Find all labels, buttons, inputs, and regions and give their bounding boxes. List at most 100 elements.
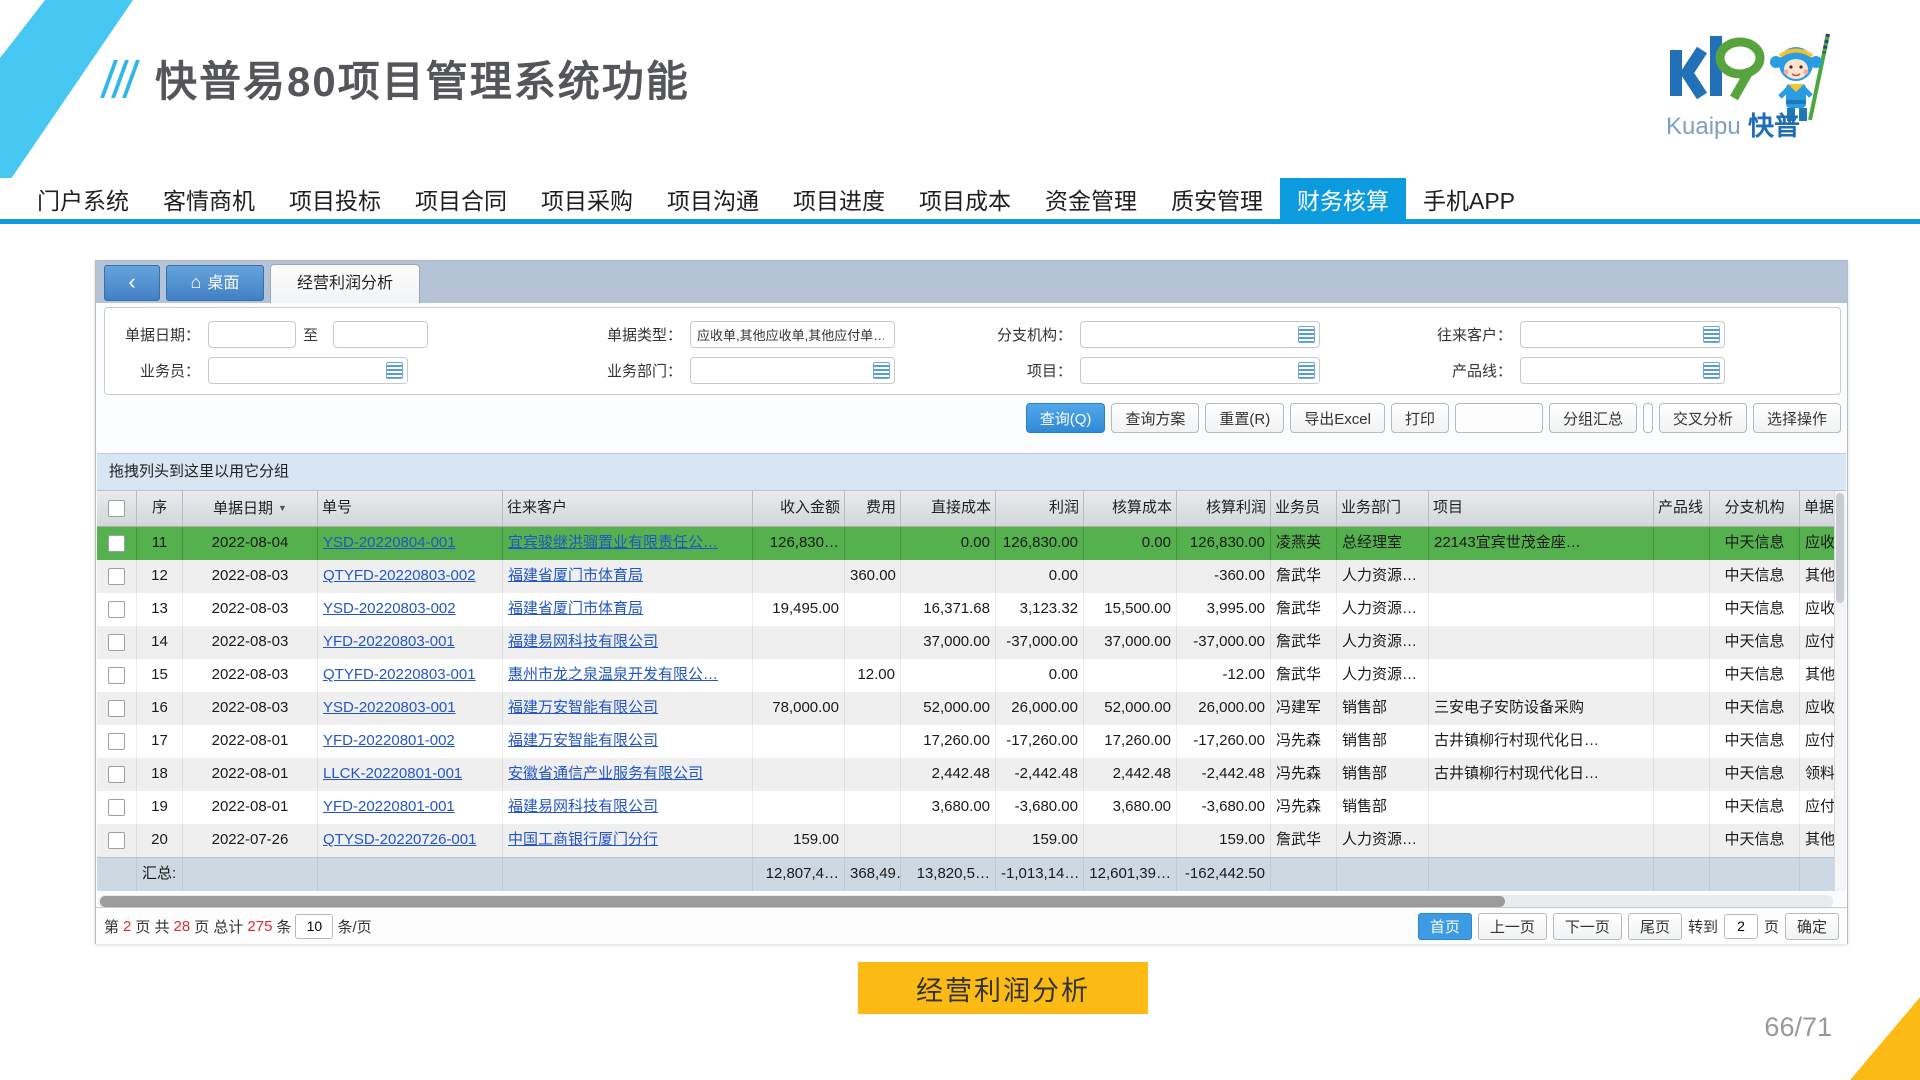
- list-picker-icon[interactable]: [386, 362, 403, 379]
- filter-input[interactable]: [1520, 357, 1725, 384]
- docno-link[interactable]: YFD-20220801-001: [323, 791, 497, 823]
- col-header-branch[interactable]: 分支机构: [1710, 491, 1800, 527]
- row-checkbox[interactable]: [108, 799, 125, 816]
- tab-profit-analysis[interactable]: 经营利润分析: [270, 264, 420, 303]
- nav-item-8[interactable]: 项目成本: [902, 178, 1028, 219]
- col-header-seq[interactable]: 序: [137, 491, 183, 527]
- group-by-bar[interactable]: 拖拽列头到这里以用它分组: [97, 453, 1846, 491]
- row-checkbox[interactable]: [108, 568, 125, 585]
- col-header-doc_type[interactable]: 单据类型: [1800, 491, 1836, 527]
- list-picker-icon[interactable]: [1703, 362, 1720, 379]
- vertical-scrollbar-thumb[interactable]: [1836, 493, 1844, 603]
- customer-link[interactable]: 福建万安智能有限公司: [508, 692, 747, 724]
- list-picker-icon[interactable]: [1703, 326, 1720, 343]
- toolbar-separator[interactable]: [1643, 403, 1653, 433]
- nav-item-3[interactable]: 项目投标: [272, 178, 398, 219]
- list-picker-icon[interactable]: [1298, 362, 1315, 379]
- table-row[interactable]: 122022-08-03QTYFD-20220803-002福建省厦门市体育局3…: [97, 560, 1836, 593]
- col-header-salesman[interactable]: 业务员: [1271, 491, 1337, 527]
- reset-button[interactable]: 重置(R): [1205, 403, 1284, 433]
- row-checkbox[interactable]: [108, 601, 125, 618]
- goto-page-input[interactable]: [1724, 914, 1758, 939]
- filter-input[interactable]: [208, 357, 408, 384]
- query-button[interactable]: 查询(Q): [1026, 403, 1106, 433]
- row-checkbox[interactable]: [108, 667, 125, 684]
- header-select-all[interactable]: [97, 491, 137, 527]
- col-header-fee[interactable]: 费用: [845, 491, 901, 527]
- filter-input[interactable]: [690, 357, 895, 384]
- print-button[interactable]: 打印: [1391, 403, 1449, 433]
- page-size-input[interactable]: [295, 914, 333, 939]
- nav-item-10[interactable]: 质安管理: [1154, 178, 1280, 219]
- row-checkbox[interactable]: [108, 535, 125, 552]
- query-plan-button[interactable]: 查询方案: [1111, 403, 1199, 433]
- customer-link[interactable]: 安徽省通信产业服务有限公司: [508, 758, 747, 790]
- row-checkbox[interactable]: [108, 766, 125, 783]
- nav-item-7[interactable]: 项目进度: [776, 178, 902, 219]
- col-header-dept[interactable]: 业务部门: [1337, 491, 1429, 527]
- first-page-button[interactable]: 首页: [1418, 913, 1472, 940]
- col-header-income[interactable]: 收入金额: [753, 491, 845, 527]
- col-header-profit[interactable]: 利润: [996, 491, 1084, 527]
- table-row[interactable]: 162022-08-03YSD-20220803-001福建万安智能有限公司78…: [97, 692, 1836, 725]
- select-operation-button[interactable]: 选择操作: [1753, 403, 1841, 433]
- filter-input[interactable]: [208, 321, 296, 348]
- docno-link[interactable]: YSD-20220803-002: [323, 593, 497, 625]
- row-checkbox[interactable]: [108, 832, 125, 849]
- col-header-customer[interactable]: 往来客户: [503, 491, 753, 527]
- col-header-acct_profit[interactable]: 核算利润: [1177, 491, 1271, 527]
- docno-link[interactable]: YFD-20220803-001: [323, 626, 497, 658]
- table-row[interactable]: 152022-08-03QTYFD-20220803-001惠州市龙之泉温泉开发…: [97, 659, 1836, 692]
- table-row[interactable]: 112022-08-04YSD-20220804-001宜宾骏继洪骝置业有限责任…: [97, 527, 1836, 560]
- toolbar-blank-input[interactable]: [1455, 403, 1543, 433]
- horizontal-scrollbar-thumb[interactable]: [100, 896, 1505, 907]
- customer-link[interactable]: 中国工商银行厦门分行: [508, 824, 747, 856]
- table-row[interactable]: 132022-08-03YSD-20220803-002福建省厦门市体育局19,…: [97, 593, 1836, 626]
- nav-item-9[interactable]: 资金管理: [1028, 178, 1154, 219]
- col-header-project[interactable]: 项目: [1429, 491, 1654, 527]
- table-row[interactable]: 192022-08-01YFD-20220801-001福建易网科技有限公司3,…: [97, 791, 1836, 824]
- customer-link[interactable]: 宜宾骏继洪骝置业有限责任公…: [508, 527, 747, 559]
- confirm-button[interactable]: 确定: [1785, 913, 1839, 940]
- last-page-button[interactable]: 尾页: [1628, 913, 1682, 940]
- col-header-date[interactable]: 单据日期▼: [183, 491, 318, 527]
- nav-item-5[interactable]: 项目采购: [524, 178, 650, 219]
- prev-page-button[interactable]: 上一页: [1478, 913, 1547, 940]
- vertical-scrollbar[interactable]: [1834, 491, 1846, 891]
- table-row[interactable]: 202022-07-26QTYSD-20220726-001中国工商银行厦门分行…: [97, 824, 1836, 857]
- filter-input[interactable]: [1080, 321, 1320, 348]
- table-row[interactable]: 182022-08-01LLCK-20220801-001安徽省通信产业服务有限…: [97, 758, 1836, 791]
- group-summary-button[interactable]: 分组汇总: [1549, 403, 1637, 433]
- table-row[interactable]: 142022-08-03YFD-20220803-001福建易网科技有限公司37…: [97, 626, 1836, 659]
- col-header-product_line[interactable]: 产品线: [1654, 491, 1710, 527]
- customer-link[interactable]: 福建万安智能有限公司: [508, 725, 747, 757]
- customer-link[interactable]: 福建易网科技有限公司: [508, 626, 747, 658]
- row-checkbox[interactable]: [108, 700, 125, 717]
- filter-input[interactable]: [333, 321, 428, 348]
- filter-input[interactable]: [1080, 357, 1320, 384]
- docno-link[interactable]: YSD-20220803-001: [323, 692, 497, 724]
- docno-link[interactable]: QTYSD-20220726-001: [323, 824, 497, 856]
- col-header-acct_cost[interactable]: 核算成本: [1084, 491, 1177, 527]
- nav-item-2[interactable]: 客情商机: [146, 178, 272, 219]
- back-button[interactable]: ‹: [104, 265, 160, 301]
- nav-item-1[interactable]: 门户系统: [20, 178, 146, 219]
- col-header-direct_cost[interactable]: 直接成本: [901, 491, 996, 527]
- row-checkbox[interactable]: [108, 634, 125, 651]
- table-row[interactable]: 172022-08-01YFD-20220801-002福建万安智能有限公司17…: [97, 725, 1836, 758]
- nav-item-12[interactable]: 手机APP: [1406, 178, 1532, 219]
- customer-link[interactable]: 福建省厦门市体育局: [508, 560, 747, 592]
- list-picker-icon[interactable]: [1298, 326, 1315, 343]
- col-header-docno[interactable]: 单号: [318, 491, 503, 527]
- next-page-button[interactable]: 下一页: [1553, 913, 1622, 940]
- customer-link[interactable]: 惠州市龙之泉温泉开发有限公…: [508, 659, 747, 691]
- docno-link[interactable]: QTYFD-20220803-002: [323, 560, 497, 592]
- docno-link[interactable]: QTYFD-20220803-001: [323, 659, 497, 691]
- filter-input[interactable]: [690, 321, 895, 348]
- customer-link[interactable]: 福建省厦门市体育局: [508, 593, 747, 625]
- customer-link[interactable]: 福建易网科技有限公司: [508, 791, 747, 823]
- docno-link[interactable]: YFD-20220801-002: [323, 725, 497, 757]
- docno-link[interactable]: YSD-20220804-001: [323, 527, 497, 559]
- nav-item-4[interactable]: 项目合同: [398, 178, 524, 219]
- filter-input[interactable]: [1520, 321, 1725, 348]
